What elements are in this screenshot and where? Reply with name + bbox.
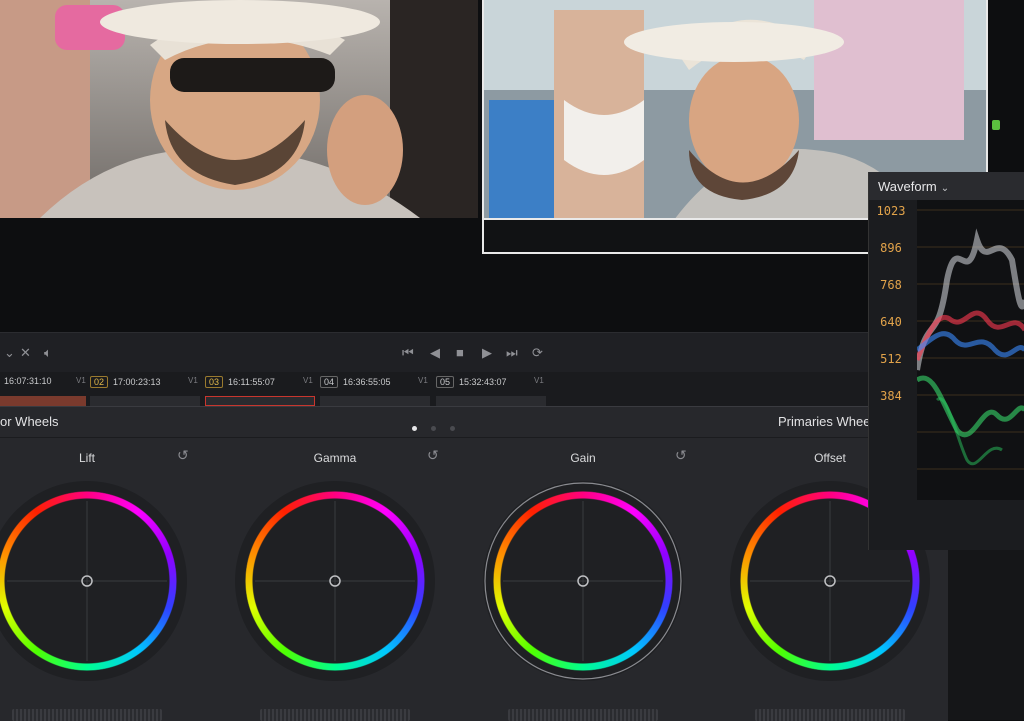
color-wheels-panel: or Wheels Primaries Wheels⌵ ↺ Lift ↺ Gam… (0, 406, 948, 721)
source-viewer[interactable] (0, 0, 478, 218)
clip-timecode: 17:00:23:13 (113, 377, 161, 387)
wheel-label: Lift (78, 451, 95, 465)
waveform-trace (917, 200, 1024, 500)
scope-tick: 1023 (876, 204, 906, 218)
clip-timecode: 16:07:31:10 (4, 376, 52, 386)
clip-track: V1 (76, 376, 86, 385)
clip-number: 02 (90, 376, 109, 388)
clip-item[interactable]: 04 16:36:55:05 V1 (320, 376, 428, 390)
clip-item[interactable]: 03 16:11:55:07 V1 (205, 376, 313, 390)
reset-icon[interactable]: ↺ (427, 447, 439, 464)
color-wheel[interactable] (483, 481, 683, 681)
jog-wheel[interactable] (755, 709, 905, 721)
page-indicator (412, 418, 469, 436)
page-dot[interactable] (450, 426, 455, 431)
color-wheel[interactable] (235, 481, 435, 681)
skip-forward-icon[interactable]: ⏭︎ (506, 345, 518, 361)
clip-thumbnail[interactable] (320, 396, 430, 406)
lift-wheel: Lift ↺ (0, 437, 202, 721)
waveform-scope: Waveform ⌄ 1023 896 768 640 512 384 (868, 172, 1024, 550)
scope-type-select[interactable]: Waveform ⌄ (878, 179, 949, 194)
jog-wheel[interactable] (508, 709, 658, 721)
chevron-down-icon[interactable]: ⌄ (4, 345, 15, 361)
scope-tick: 896 (880, 241, 902, 255)
clip-track: V1 (418, 376, 428, 385)
clip-number: 04 (320, 376, 339, 388)
scope-tick: 768 (880, 278, 902, 292)
clip-timecode: 16:36:55:05 (343, 377, 391, 387)
loop-icon[interactable]: ⟳ (532, 345, 543, 361)
scope-header: Waveform ⌄ (869, 172, 1024, 200)
clip-strip: 16:07:31:10 V1 02 17:00:23:13 V1 03 16:11:… (0, 372, 868, 406)
panel-title: or Wheels (0, 414, 59, 429)
scope-tick: 640 (880, 315, 902, 329)
clip-track: V1 (534, 376, 544, 385)
wheels-mode-label: Primaries Wheels (778, 414, 880, 429)
wheel-label: Gain (570, 451, 596, 465)
clip-thumbnail[interactable] (0, 396, 86, 406)
clip-track: V1 (303, 376, 313, 385)
clip-item[interactable]: 02 17:00:23:13 V1 (90, 376, 198, 390)
page-dot[interactable] (412, 426, 417, 431)
scope-tick: 384 (880, 389, 902, 403)
node-marker-icon (992, 120, 1000, 130)
clip-track: V1 (188, 376, 198, 385)
source-frame-image (0, 0, 478, 218)
cut-icon[interactable]: ✕ (20, 345, 31, 361)
stop-icon[interactable]: ■ (456, 345, 464, 360)
wheel-label: Gamma (313, 451, 357, 465)
scope-title: Waveform (878, 179, 937, 194)
skip-back-icon[interactable]: ⏮︎ (402, 345, 414, 361)
wheels-panel-header: or Wheels Primaries Wheels⌵ ↺ (0, 407, 948, 438)
gain-wheel: Gain ↺ (468, 437, 698, 721)
speaker-icon[interactable]: 🔈︎ (44, 345, 52, 361)
clip-item[interactable]: 05 15:32:43:07 V1 (436, 376, 544, 390)
play-reverse-icon[interactable]: ◀ (430, 345, 440, 361)
clip-thumbnail[interactable] (90, 396, 200, 406)
transport-bar: ⌄ ✕ 🔈︎ ⏮︎ ◀ ■ ▶ ⏭︎ ⟳ (0, 332, 868, 374)
clip-thumbnail[interactable] (436, 396, 546, 406)
clip-thumbnail-selected[interactable] (205, 396, 315, 406)
reset-icon[interactable]: ↺ (177, 447, 189, 464)
scope-tick: 512 (880, 352, 902, 366)
clip-timecode: 15:32:43:07 (459, 377, 507, 387)
clip-timecode: 16:11:55:07 (228, 377, 275, 387)
color-wheel[interactable] (0, 481, 187, 681)
page-dot[interactable] (431, 426, 436, 431)
node-editor-area[interactable] (948, 550, 1024, 720)
chevron-down-icon: ⌄ (940, 183, 950, 194)
play-icon[interactable]: ▶ (482, 345, 492, 361)
jog-wheel[interactable] (12, 709, 162, 721)
clip-item[interactable]: 16:07:31:10 V1 (4, 376, 86, 390)
jog-wheel[interactable] (260, 709, 410, 721)
reset-icon[interactable]: ↺ (675, 447, 687, 464)
clip-number: 05 (436, 376, 455, 388)
gamma-wheel: Gamma ↺ (220, 437, 450, 721)
clip-number: 03 (205, 376, 224, 388)
